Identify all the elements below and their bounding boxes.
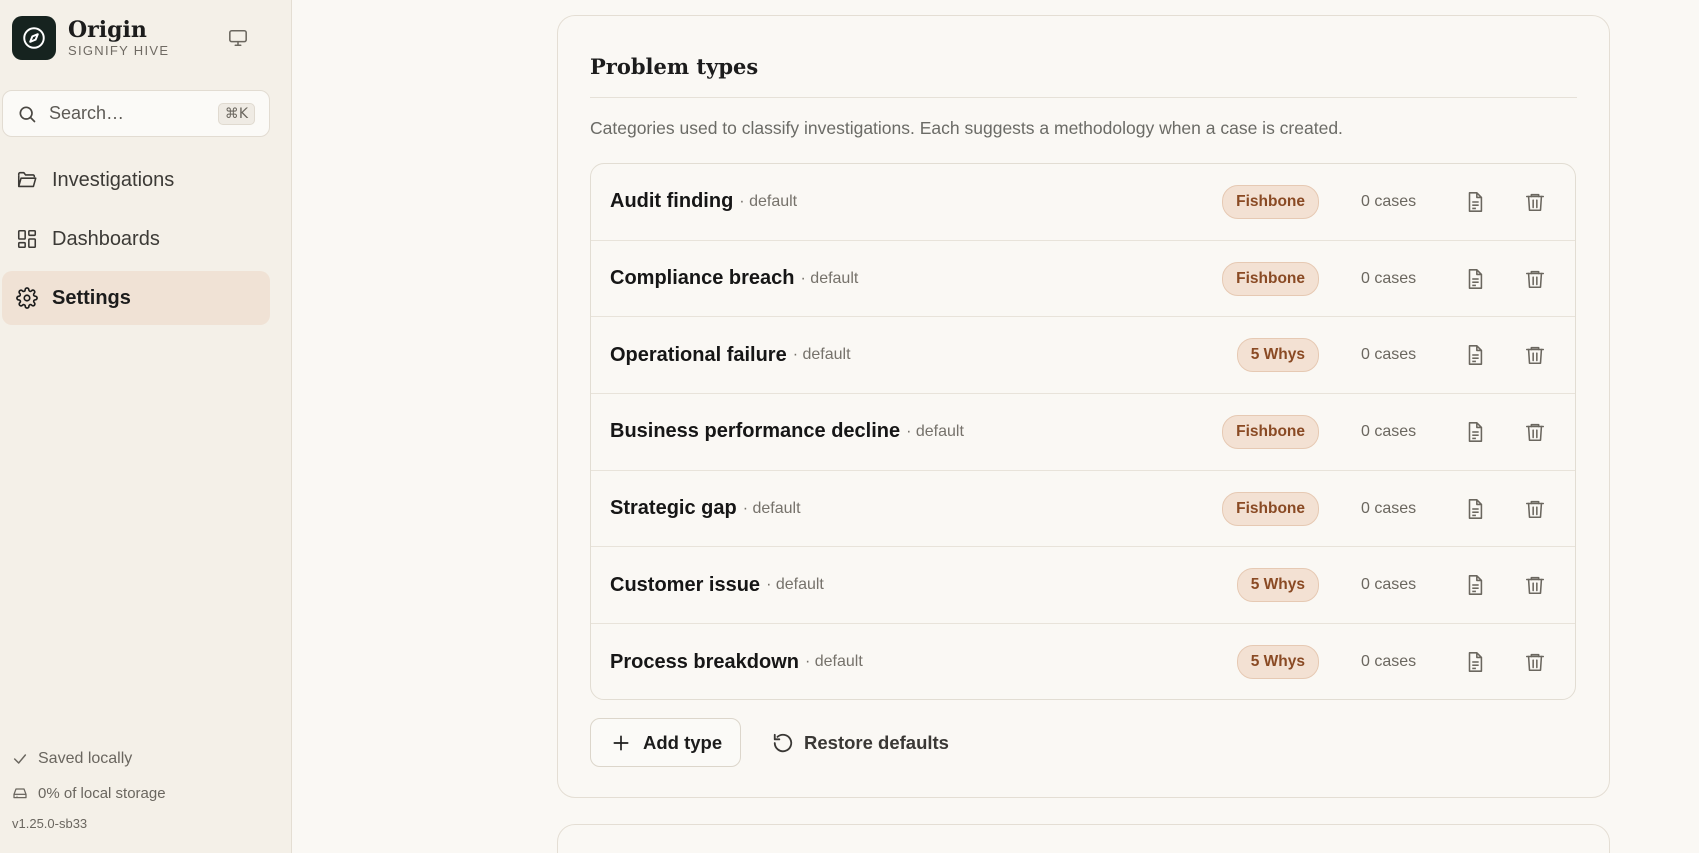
section-description: Categories used to classify investigatio…: [590, 118, 1343, 138]
rotate-ccw-icon: [773, 733, 793, 752]
trash-icon[interactable]: [1515, 335, 1555, 375]
trash-icon[interactable]: [1515, 259, 1555, 299]
restore-defaults-label: Restore defaults: [804, 731, 949, 753]
methodology-badge[interactable]: Fishbone: [1222, 184, 1319, 219]
case-count: 0 cases: [1361, 422, 1417, 440]
methodology-badge[interactable]: Fishbone: [1222, 491, 1319, 526]
section-title: Problem types: [590, 54, 759, 79]
storage-status: 0% of local storage: [12, 782, 166, 804]
list-item[interactable]: Operational failure · default 5 Whys 0 c…: [591, 317, 1575, 395]
restore-defaults-button[interactable]: Restore defaults: [772, 718, 949, 767]
divider: [590, 97, 1577, 98]
search-placeholder: Search…: [49, 103, 125, 123]
problem-type-meta: · default: [804, 653, 863, 671]
list-item[interactable]: Process breakdown · default 5 Whys 0 cas…: [591, 624, 1575, 699]
case-count: 0 cases: [1361, 653, 1417, 671]
brand-subtitle: SIGNIFY HIVE: [68, 42, 170, 58]
trash-icon[interactable]: [1515, 182, 1555, 222]
hard-drive-icon: [13, 788, 27, 799]
sidebar-footer: Saved locally 0% of local storage v1.25.…: [12, 748, 166, 831]
methodology-badge[interactable]: Fishbone: [1222, 414, 1319, 449]
gear-icon: [16, 287, 38, 309]
problem-type-meta: · default: [739, 192, 798, 210]
document-icon[interactable]: [1455, 565, 1495, 605]
save-status-text: Saved locally: [38, 750, 133, 767]
add-type-label: Add type: [643, 731, 723, 753]
next-settings-card: [557, 824, 1610, 853]
problem-type-meta: · default: [742, 499, 801, 517]
sidebar-item-label: Dashboards: [52, 227, 160, 250]
document-icon[interactable]: [1455, 259, 1495, 299]
search-shortcut: ⌘K: [217, 102, 255, 125]
case-count: 0 cases: [1361, 576, 1417, 594]
search-input[interactable]: Search… ⌘K: [2, 90, 270, 137]
check-icon: [13, 754, 27, 764]
trash-icon[interactable]: [1515, 642, 1555, 682]
save-status: Saved locally: [12, 748, 166, 770]
storage-status-text: 0% of local storage: [38, 784, 166, 802]
case-count: 0 cases: [1361, 346, 1417, 364]
list-item[interactable]: Compliance breach · default Fishbone 0 c…: [591, 241, 1575, 318]
document-icon[interactable]: [1455, 335, 1495, 375]
document-icon[interactable]: [1455, 182, 1495, 222]
problem-type-meta: · default: [792, 346, 851, 364]
case-count: 0 cases: [1361, 192, 1417, 210]
app-version: v1.25.0-sb33: [12, 816, 88, 831]
sidebar-item-label: Settings: [52, 286, 131, 309]
case-count: 0 cases: [1361, 499, 1417, 517]
list-item[interactable]: Strategic gap · default Fishbone 0 cases: [591, 471, 1575, 548]
plus-icon: [613, 735, 629, 750]
add-type-button[interactable]: Add type: [590, 718, 741, 767]
list-item[interactable]: Business performance decline · default F…: [591, 394, 1575, 471]
sidebar-item-investigations[interactable]: Investigations: [2, 153, 270, 207]
sidebar: Origin SIGNIFY HIVE Search… ⌘K Investiga…: [0, 0, 292, 853]
dashboard-grid-icon: [17, 229, 37, 249]
problem-type-name: Audit finding: [610, 190, 734, 213]
problem-type-meta: · default: [766, 576, 824, 594]
problem-types-list: Audit finding · default Fishbone 0 cases…: [590, 163, 1576, 700]
methodology-badge[interactable]: Fishbone: [1222, 261, 1319, 296]
monitor-icon[interactable]: [224, 26, 252, 50]
problem-type-name: Process breakdown: [610, 650, 799, 673]
search-icon: [19, 106, 36, 122]
document-icon[interactable]: [1455, 412, 1495, 452]
trash-icon[interactable]: [1515, 489, 1555, 529]
methodology-badge[interactable]: 5 Whys: [1236, 338, 1319, 373]
list-item[interactable]: Customer issue · default 5 Whys 0 cases: [591, 547, 1575, 625]
document-icon[interactable]: [1455, 489, 1495, 529]
document-icon[interactable]: [1455, 642, 1495, 682]
methodology-badge[interactable]: 5 Whys: [1236, 568, 1319, 603]
sidebar-item-settings[interactable]: Settings: [2, 271, 270, 325]
brand[interactable]: Origin SIGNIFY HIVE: [12, 16, 169, 60]
problem-type-name: Strategic gap: [610, 497, 737, 520]
problem-type-name: Customer issue: [610, 573, 761, 596]
compass-logo-icon: [12, 16, 56, 60]
brand-title: Origin: [68, 16, 147, 43]
case-count: 0 cases: [1361, 269, 1417, 287]
trash-icon[interactable]: [1515, 565, 1555, 605]
trash-icon[interactable]: [1515, 412, 1555, 452]
sidebar-item-dashboards[interactable]: Dashboards: [2, 212, 270, 266]
problem-type-meta: · default: [800, 269, 859, 287]
problem-types-card: Problem types Categories used to classif…: [557, 15, 1610, 798]
list-item[interactable]: Audit finding · default Fishbone 0 cases: [591, 164, 1575, 241]
problem-type-name: Business performance decline: [610, 420, 901, 443]
problem-type-name: Operational failure: [610, 343, 787, 366]
sidebar-nav: Investigations Dashboards Settings: [2, 153, 270, 330]
sidebar-item-label: Investigations: [52, 168, 175, 191]
folder-icon: [17, 171, 37, 188]
methodology-badge[interactable]: 5 Whys: [1236, 645, 1319, 680]
problem-type-meta: · default: [906, 422, 964, 440]
problem-type-name: Compliance breach: [610, 267, 795, 290]
